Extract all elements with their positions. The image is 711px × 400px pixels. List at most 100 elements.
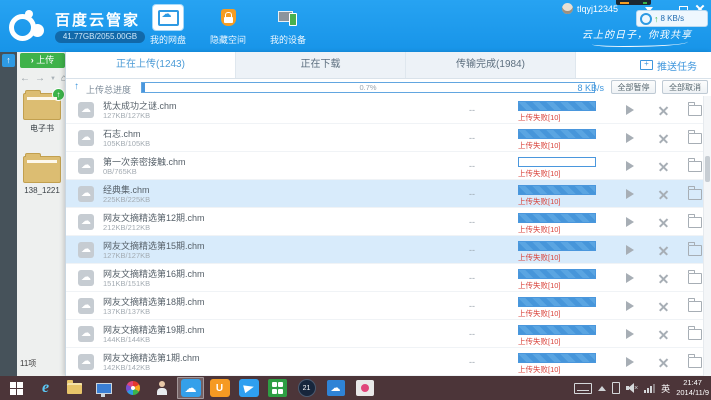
uc-browser-icon[interactable]: U bbox=[206, 377, 233, 399]
cloud-app-icon[interactable]: ☁ bbox=[322, 377, 349, 399]
contacts-icon[interactable] bbox=[148, 377, 175, 399]
tab-completed[interactable]: 传输完成(1984) bbox=[406, 52, 576, 78]
open-folder-icon[interactable] bbox=[688, 217, 702, 228]
volume-muted-icon[interactable]: × bbox=[626, 383, 638, 393]
remove-icon[interactable] bbox=[658, 357, 669, 368]
upload-category-icon[interactable] bbox=[2, 54, 15, 67]
resume-icon[interactable] bbox=[626, 133, 634, 143]
resume-icon[interactable] bbox=[626, 105, 634, 115]
remove-icon[interactable] bbox=[658, 105, 669, 116]
upload-status: 上传失败[10] bbox=[518, 224, 561, 235]
remove-icon[interactable] bbox=[658, 301, 669, 312]
user-account[interactable]: tlqyj12345 bbox=[562, 3, 618, 14]
tab-uploading[interactable]: 正在上传(1243) bbox=[66, 52, 236, 78]
upload-list-item[interactable]: 经典集.chm 225KB/225KB -- 上传失败[10] bbox=[66, 180, 704, 208]
ie-browser-icon[interactable]: e bbox=[32, 377, 59, 399]
remove-icon[interactable] bbox=[658, 329, 669, 340]
row-progress-fill bbox=[519, 270, 595, 278]
row-progress-fill bbox=[519, 186, 595, 194]
cancel-all-button[interactable]: 全部取消 bbox=[662, 80, 708, 94]
resume-icon[interactable] bbox=[626, 357, 634, 367]
start-button[interactable] bbox=[3, 377, 30, 399]
resume-icon[interactable] bbox=[626, 189, 634, 199]
tab-downloading[interactable]: 正在下载 bbox=[236, 52, 406, 78]
open-folder-icon[interactable] bbox=[688, 301, 702, 312]
history-caret-icon[interactable]: ▼ bbox=[50, 76, 56, 82]
resume-icon[interactable] bbox=[626, 273, 634, 283]
file-type-icon bbox=[78, 270, 94, 286]
back-arrow-icon[interactable]: ← bbox=[20, 74, 30, 84]
row-progress-bar bbox=[518, 101, 596, 111]
remove-icon[interactable] bbox=[658, 161, 669, 172]
file-size: 151KB/151KB bbox=[103, 279, 150, 288]
upload-list-item[interactable]: 网友文摘精选第12期.chm 212KB/212KB -- 上传失败[10] bbox=[66, 208, 704, 236]
row-progress-fill bbox=[519, 130, 595, 138]
forward-arrow-icon[interactable]: → bbox=[35, 74, 45, 84]
folder-138-1221[interactable]: 138_1221 bbox=[20, 156, 64, 195]
file-type-icon bbox=[78, 158, 94, 174]
open-folder-icon[interactable] bbox=[688, 161, 702, 172]
file-explorer-icon[interactable] bbox=[61, 377, 88, 399]
folder-label: 138_1221 bbox=[20, 186, 64, 195]
battery-icon[interactable] bbox=[612, 382, 620, 394]
open-folder-icon[interactable] bbox=[688, 357, 702, 368]
clock-badge-icon[interactable]: 21 bbox=[293, 377, 320, 399]
nav-item-devices[interactable]: 我的设备 bbox=[264, 5, 312, 46]
upload-list-item[interactable]: 第一次亲密接触.chm 0B/765KB -- 上传失败[10] bbox=[66, 152, 704, 180]
upload-list-item[interactable]: 网友文摘精选第16期.chm 151KB/151KB -- 上传失败[10] bbox=[66, 264, 704, 292]
transfer-tabs: 正在上传(1243) 正在下载 传输完成(1984) 推送任务 bbox=[66, 52, 711, 79]
remove-icon[interactable] bbox=[658, 245, 669, 256]
open-folder-icon[interactable] bbox=[688, 245, 702, 256]
upload-status: 上传失败[10] bbox=[518, 252, 561, 263]
media-player-icon[interactable] bbox=[351, 377, 378, 399]
open-folder-icon[interactable] bbox=[688, 329, 702, 340]
upload-list-item[interactable]: 网友文摘精选第1期.chm 142KB/142KB -- 上传失败[10] bbox=[66, 348, 704, 376]
open-folder-icon[interactable] bbox=[688, 189, 702, 200]
resume-icon[interactable] bbox=[626, 161, 634, 171]
upload-button[interactable]: 上传 bbox=[20, 53, 65, 68]
resume-icon[interactable] bbox=[626, 245, 634, 255]
tabs-filler: 推送任务 bbox=[576, 52, 711, 78]
touch-keyboard-icon[interactable] bbox=[574, 383, 592, 394]
resume-icon[interactable] bbox=[626, 301, 634, 311]
open-folder-icon[interactable] bbox=[688, 133, 702, 144]
remove-icon[interactable] bbox=[658, 273, 669, 284]
browser-nav-row: ← → ▼ ⌂ bbox=[20, 73, 66, 84]
pause-all-button[interactable]: 全部暂停 bbox=[611, 80, 656, 94]
store-icon[interactable] bbox=[264, 377, 291, 399]
network-signal-icon[interactable] bbox=[644, 383, 655, 393]
push-task-link[interactable]: 推送任务 bbox=[657, 58, 697, 73]
hidden-icons-arrow[interactable] bbox=[598, 386, 606, 391]
folder-ebooks[interactable]: 电子书 bbox=[20, 93, 64, 134]
display-settings-icon[interactable] bbox=[90, 377, 117, 399]
open-folder-icon[interactable] bbox=[688, 273, 702, 284]
nav-item-netdisk[interactable]: 我的网盘 bbox=[144, 5, 192, 46]
media-pinwheel-icon[interactable] bbox=[119, 377, 146, 399]
upload-list-item[interactable]: 石志.chm 105KB/105KB -- 上传失败[10] bbox=[66, 124, 704, 152]
upload-list-item[interactable]: 网友文摘精选第18期.chm 137KB/137KB -- 上传失败[10] bbox=[66, 292, 704, 320]
open-folder-icon[interactable] bbox=[688, 105, 702, 116]
uploading-badge-icon bbox=[52, 88, 65, 101]
scrollbar-thumb[interactable] bbox=[705, 156, 710, 182]
remove-icon[interactable] bbox=[658, 217, 669, 228]
resume-icon[interactable] bbox=[626, 217, 634, 227]
clock[interactable]: 21:47 2014/11/9 bbox=[676, 378, 709, 398]
nav-item-hidden-space[interactable]: 隐藏空间 bbox=[204, 5, 252, 46]
xunlei-icon[interactable] bbox=[235, 377, 262, 399]
floating-speed-widget[interactable]: ↑ 8 KB/s bbox=[636, 10, 708, 27]
storage-usage: 41.77GB/2055.00GB bbox=[55, 31, 145, 43]
row-speed: -- bbox=[469, 133, 475, 143]
scrollbar[interactable] bbox=[703, 96, 711, 376]
username: tlqyj12345 bbox=[577, 4, 618, 14]
remove-icon[interactable] bbox=[658, 133, 669, 144]
baidu-cloud-taskbar-icon[interactable]: ☁ bbox=[177, 377, 204, 399]
input-language[interactable]: 英 bbox=[661, 382, 670, 395]
resume-icon[interactable] bbox=[626, 329, 634, 339]
file-size: 144KB/144KB bbox=[103, 335, 150, 344]
remove-icon[interactable] bbox=[658, 189, 669, 200]
upload-status: 上传失败[10] bbox=[518, 280, 561, 291]
upload-list-item[interactable]: 网友文摘精选第15期.chm 127KB/127KB -- 上传失败[10] bbox=[66, 236, 704, 264]
upload-list-item[interactable]: 网友文摘精选第19期.chm 144KB/144KB -- 上传失败[10] bbox=[66, 320, 704, 348]
transfer-panel: 正在上传(1243) 正在下载 传输完成(1984) 推送任务 ↑ 上传总进度 … bbox=[65, 52, 711, 376]
upload-list-item[interactable]: 犹太成功之谜.chm 127KB/127KB -- 上传失败[10] bbox=[66, 96, 704, 124]
